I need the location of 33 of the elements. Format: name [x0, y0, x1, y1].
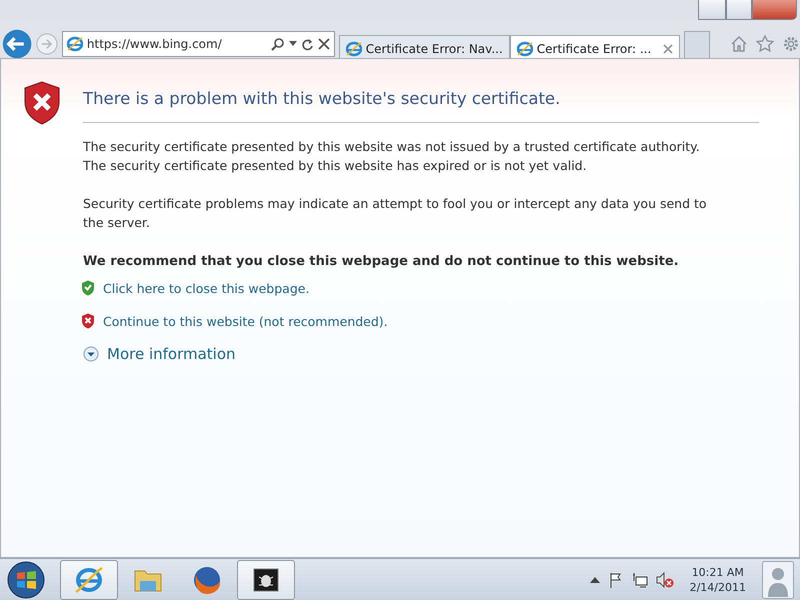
- start-button[interactable]: [6, 560, 46, 600]
- minimize-button[interactable]: [698, 0, 726, 20]
- flag-icon[interactable]: [608, 572, 624, 588]
- home-icon[interactable]: [730, 35, 748, 53]
- recommendation-text: We recommend that you close this webpage and do not continue to this website.: [83, 252, 680, 271]
- settings-icon[interactable]: [782, 35, 800, 53]
- volume-muted-icon[interactable]: [656, 572, 674, 588]
- close-tab-icon[interactable]: [663, 44, 674, 54]
- link[interactable]: Continue to this website (not recommended).: [103, 312, 388, 331]
- star-icon[interactable]: [756, 35, 774, 53]
- error-message: The security certificate presented by this website was not issued by a trusted certificate authority.: [83, 138, 701, 156]
- network-icon[interactable]: [632, 572, 648, 588]
- dropdown-icon[interactable]: [288, 41, 297, 47]
- close-window-button[interactable]: [752, 0, 797, 20]
- url-text: https://www.bing.com/: [86, 36, 223, 53]
- more-information-link[interactable]: More information: [107, 344, 236, 364]
- warning-text: Security certificate problems may indicate an attempt to fool you or intercept any data you send to the server.: [83, 194, 708, 232]
- refresh-icon[interactable]: [300, 38, 314, 50]
- show-hidden-icons-button[interactable]: [590, 576, 600, 583]
- stop-icon[interactable]: [318, 38, 330, 50]
- address-bar[interactable]: https://www.bing.com/: [62, 31, 335, 57]
- search-icon[interactable]: [270, 37, 285, 51]
- expand-icon[interactable]: [83, 346, 99, 362]
- error-message: The security certificate presented by this website has expired or is not yet valid.: [83, 156, 588, 175]
- clock[interactable]: 10:21 AM 2/14/2011: [690, 564, 746, 594]
- taskbar-button[interactable]: [237, 560, 295, 600]
- shield-check-icon: [81, 280, 95, 296]
- restore-button[interactable]: [726, 0, 752, 20]
- user-account-icon[interactable]: [762, 560, 794, 598]
- error-heading: There is a problem with this website's security certificate.: [83, 89, 562, 109]
- link[interactable]: Click here to close this webpage.: [103, 278, 310, 298]
- shield-error-icon: [81, 313, 95, 330]
- error-shield-icon: [23, 81, 61, 125]
